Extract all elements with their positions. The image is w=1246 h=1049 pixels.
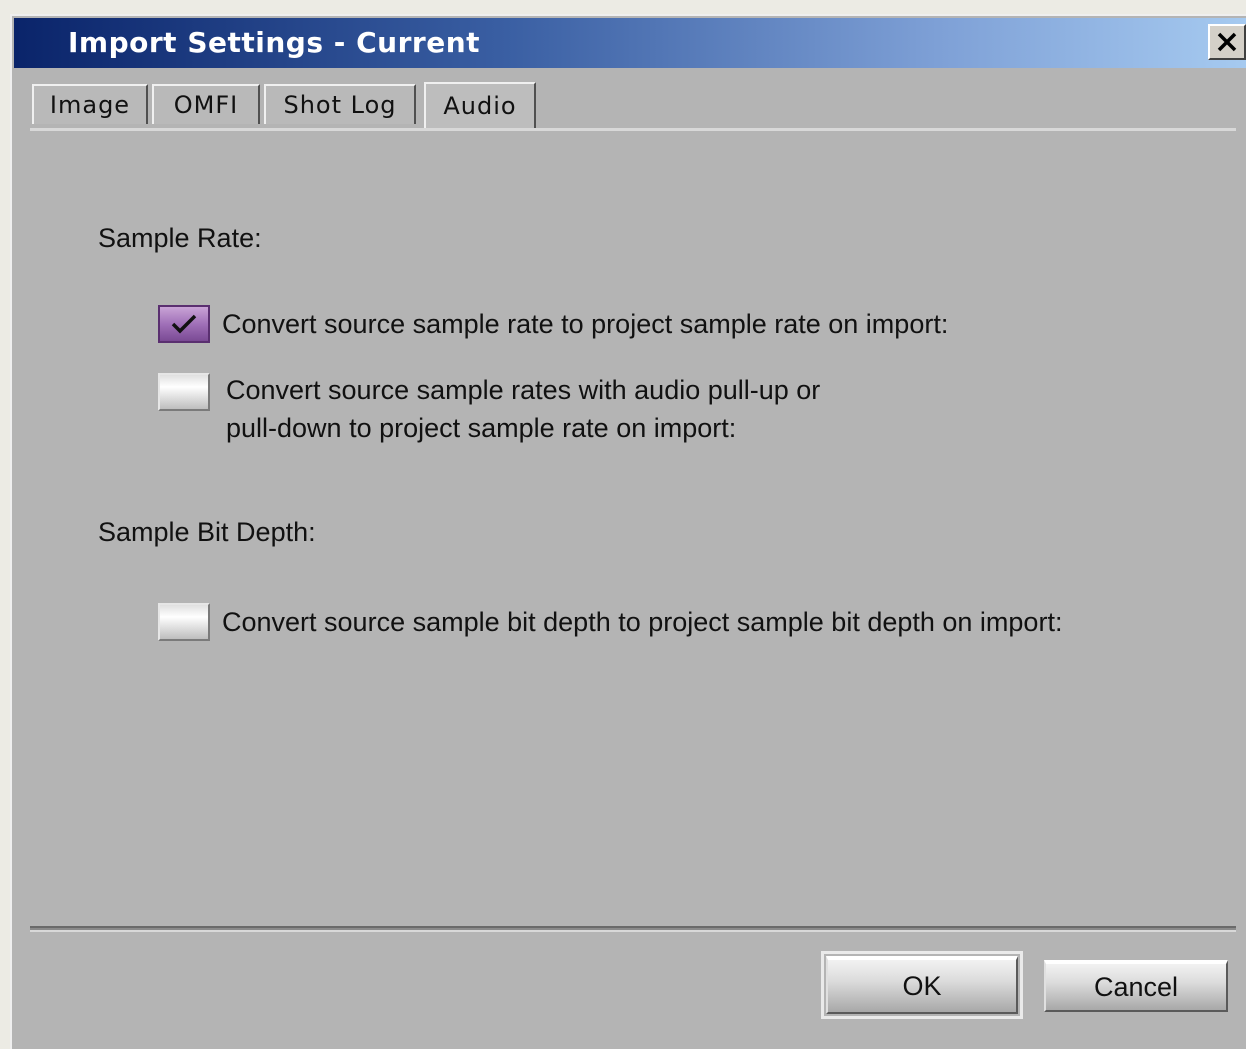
convert-sample-rate-label: Convert source sample rate to project sa… bbox=[222, 309, 949, 339]
title-bar[interactable]: Import Settings - Current bbox=[14, 18, 1246, 68]
convert-pullup-pulldown-label-line1: Convert source sample rates with audio p… bbox=[226, 375, 821, 405]
convert-sample-rate-checkbox[interactable] bbox=[158, 305, 210, 343]
convert-bit-depth-label: Convert source sample bit depth to proje… bbox=[222, 607, 1063, 637]
close-button[interactable] bbox=[1208, 24, 1246, 60]
sample-bit-depth-heading: Sample Bit Depth: bbox=[98, 517, 316, 547]
cancel-button[interactable]: Cancel bbox=[1044, 960, 1228, 1012]
convert-bit-depth-checkbox[interactable] bbox=[158, 603, 210, 641]
audio-settings-panel: Sample Rate: Convert source sample rate … bbox=[30, 128, 1236, 928]
tab-audio[interactable]: Audio bbox=[424, 82, 536, 128]
tab-image[interactable]: Image bbox=[32, 84, 148, 124]
divider bbox=[30, 926, 1236, 932]
check-icon bbox=[171, 314, 197, 334]
convert-pullup-pulldown-label-line2: pull-down to project sample rate on impo… bbox=[226, 413, 737, 443]
import-settings-dialog: Import Settings - Current Image OMFI Sho… bbox=[10, 14, 1246, 1049]
window-title: Import Settings - Current bbox=[68, 26, 481, 59]
convert-pullup-pulldown-checkbox[interactable] bbox=[158, 373, 210, 411]
tab-shot-log[interactable]: Shot Log bbox=[264, 84, 416, 124]
tab-omfi[interactable]: OMFI bbox=[152, 84, 260, 124]
ok-button[interactable]: OK bbox=[821, 951, 1023, 1019]
sample-rate-heading: Sample Rate: bbox=[98, 223, 262, 253]
close-icon bbox=[1217, 32, 1237, 52]
